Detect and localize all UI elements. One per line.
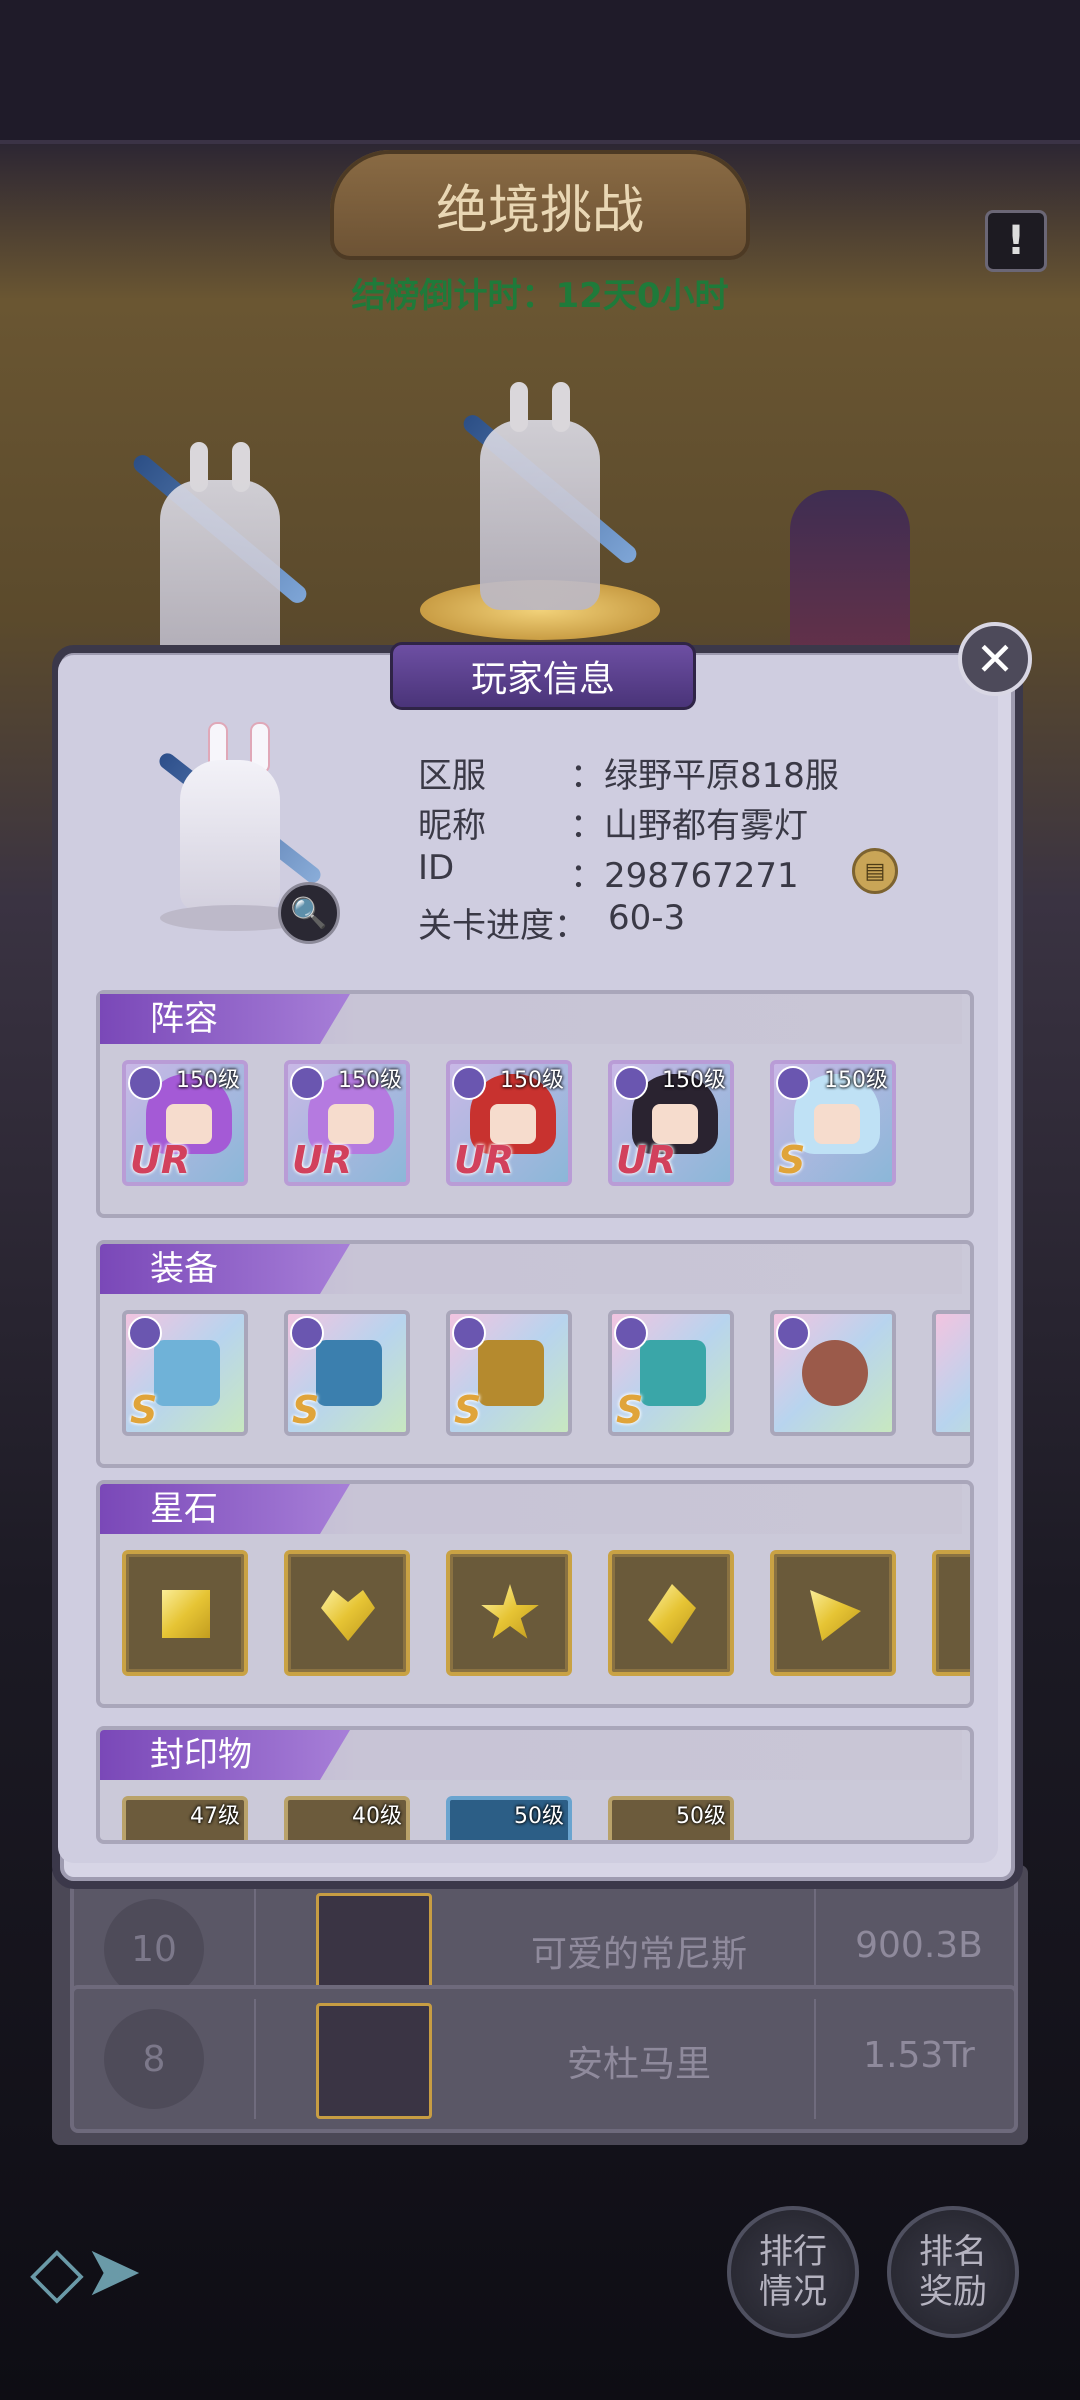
diamond-gem-icon	[648, 1584, 696, 1644]
server-value: ：绿野平原818服	[570, 756, 839, 796]
hero-level: 150级	[500, 1068, 564, 1093]
trident-icon	[154, 1340, 220, 1406]
seal-slot[interactable]: 40级	[284, 1796, 410, 1840]
heart-gem-icon	[321, 1590, 375, 1641]
equipment-slot[interactable]: S	[122, 1310, 248, 1436]
equipment-slot[interactable]	[770, 1310, 896, 1436]
lineup-title: 阵容	[100, 994, 350, 1044]
hero-level: 150级	[338, 1068, 402, 1093]
seal-level: 40级	[352, 1804, 402, 1829]
starstone-slot[interactable]	[122, 1550, 248, 1676]
nickname-value: ：山野都有雾灯	[570, 806, 808, 846]
player-score: 900.3B	[855, 1925, 983, 1966]
slot-type-icon	[776, 1316, 810, 1350]
hero-figure	[160, 442, 280, 670]
player-score: 1.53Tr	[863, 2035, 975, 2076]
seal-level: 50级	[676, 1804, 726, 1829]
rarity-badge: S	[130, 1388, 158, 1432]
square-gem-icon	[162, 1590, 210, 1638]
bracelet-icon	[802, 1340, 868, 1406]
equipment-title: 装备	[100, 1244, 350, 1294]
starstone-slot[interactable]	[932, 1550, 970, 1676]
rarity-badge: S	[454, 1388, 482, 1432]
equipment-slot[interactable]: S	[608, 1310, 734, 1436]
element-icon	[128, 1066, 162, 1100]
slot-type-icon	[614, 1316, 648, 1350]
page-title: 绝境挑战	[330, 150, 750, 260]
hero-slot[interactable]: 150级 UR	[446, 1060, 572, 1186]
seal-title: 封印物	[100, 1730, 350, 1780]
rarity-badge: UR	[616, 1138, 677, 1182]
rank-number: 8	[104, 2009, 204, 2109]
modal-title: 玩家信息	[390, 642, 696, 710]
seal-level: 50级	[514, 1804, 564, 1829]
rarity-badge: UR	[292, 1138, 353, 1182]
hero-slot[interactable]: 150级 UR	[608, 1060, 734, 1186]
top-bar	[0, 0, 1080, 144]
avatar	[316, 2003, 432, 2119]
info-alert-button[interactable]: !	[985, 210, 1047, 272]
equipment-slot[interactable]: S	[284, 1310, 410, 1436]
progress-value: 60-3	[608, 898, 686, 938]
element-icon	[614, 1066, 648, 1100]
hero-level: 150级	[176, 1068, 240, 1093]
equipment-slot[interactable]	[932, 1310, 970, 1436]
hero-slot[interactable]: 150级 UR	[284, 1060, 410, 1186]
seal-section: 封印物 47级 40级 50级 50级	[96, 1726, 974, 1844]
book-icon	[316, 1340, 382, 1406]
seal-slot[interactable]: 50级	[446, 1796, 572, 1840]
rarity-badge: S	[778, 1138, 806, 1182]
triangle-gem-icon	[810, 1590, 861, 1641]
player-name: 可爱的常尼斯	[530, 1934, 747, 1975]
rarity-badge: S	[616, 1388, 644, 1432]
starstone-slot[interactable]	[770, 1550, 896, 1676]
id-value: ：298767271	[570, 856, 799, 896]
table-row[interactable]: 8 安杜马里 1.53Tr	[70, 1985, 1018, 2133]
equipment-slot[interactable]: S	[446, 1310, 572, 1436]
seal-level: 47级	[190, 1804, 240, 1829]
back-logo-icon[interactable]: ◇➤	[30, 2230, 160, 2330]
star-gem-icon	[481, 1584, 539, 1639]
element-icon	[776, 1066, 810, 1100]
hero-slot[interactable]: 150级 UR	[122, 1060, 248, 1186]
starstone-slot[interactable]	[284, 1550, 410, 1676]
rarity-badge: UR	[130, 1138, 191, 1182]
ranking-status-button[interactable]: 排行 情况	[727, 2206, 859, 2338]
copy-icon[interactable]: ▤	[852, 848, 898, 894]
equipment-section: 装备 S S S S	[96, 1240, 974, 1468]
ranking-reward-button[interactable]: 排名 奖励	[887, 2206, 1019, 2338]
magnify-icon[interactable]: 🔍	[278, 882, 340, 944]
seal-slot[interactable]: 47级	[122, 1796, 248, 1840]
slot-type-icon	[452, 1316, 486, 1350]
id-label: ID	[418, 848, 455, 888]
element-icon	[452, 1066, 486, 1100]
rarity-badge: UR	[454, 1138, 515, 1182]
hero-figure	[480, 382, 600, 610]
hero-level: 150级	[662, 1068, 726, 1093]
nickname-label: 昵称	[418, 806, 486, 846]
progress-label: 关卡进度：	[418, 906, 588, 946]
lineup-section: 阵容 150级 UR 150级 UR 150级 UR 150级 UR 150级 S	[96, 990, 974, 1218]
starstone-title: 星石	[100, 1484, 350, 1534]
countdown-text: 结榜倒计时：12天0小时	[351, 276, 729, 316]
helmet-icon	[478, 1340, 544, 1406]
element-icon	[290, 1066, 324, 1100]
rarity-badge: S	[292, 1388, 320, 1432]
hero-slot[interactable]: 150级 S	[770, 1060, 896, 1186]
hero-level: 150级	[824, 1068, 888, 1093]
starstone-section: 星石	[96, 1480, 974, 1708]
seal-slot[interactable]: 50级	[608, 1796, 734, 1840]
starstone-slot[interactable]	[446, 1550, 572, 1676]
slot-type-icon	[290, 1316, 324, 1350]
rank-number: 10	[104, 1899, 204, 1999]
armor-icon	[640, 1340, 706, 1406]
slot-type-icon	[128, 1316, 162, 1350]
starstone-slot[interactable]	[608, 1550, 734, 1676]
close-button[interactable]: ✕	[958, 622, 1032, 696]
player-name: 安杜马里	[566, 2044, 711, 2085]
hero-face	[814, 1104, 860, 1144]
server-label: 区服	[418, 756, 486, 796]
